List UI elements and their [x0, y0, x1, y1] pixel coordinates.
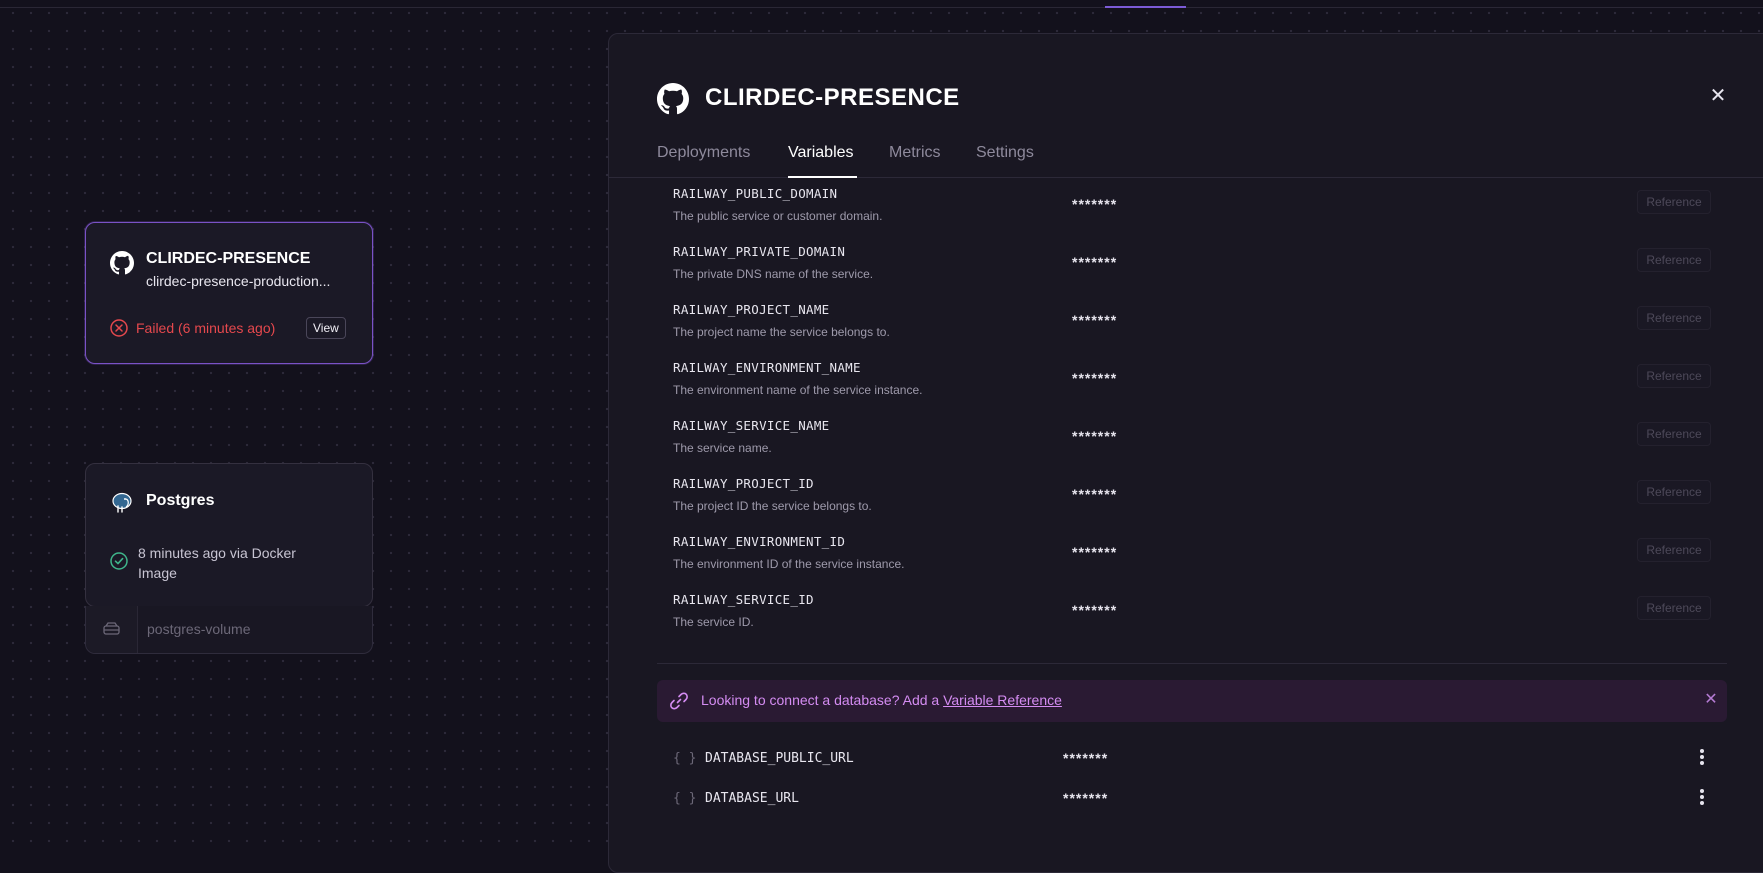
variable-name: DATABASE_URL — [705, 791, 799, 806]
variable-value: ******* — [1072, 312, 1118, 328]
variable-description: The project ID the service belongs to. — [673, 499, 872, 513]
github-icon — [657, 83, 689, 115]
variable-name: DATABASE_PUBLIC_URL — [705, 751, 854, 766]
service-card-postgres[interactable]: Postgres 8 minutes ago via Docker Image — [85, 463, 373, 607]
service-card-clirdec[interactable]: CLIRDEC-PRESENCE clirdec-presence-produc… — [85, 222, 373, 364]
variable-row[interactable]: { } DATABASE_PUBLIC_URL ******* — [673, 745, 1713, 775]
variable-description: The environment ID of the service instan… — [673, 557, 905, 571]
more-options-icon[interactable] — [1693, 787, 1711, 809]
banner-text: Looking to connect a database? Add a Var… — [701, 692, 1062, 708]
variable-name: RAILWAY_PROJECT_NAME — [673, 302, 830, 317]
variable-name: RAILWAY_PUBLIC_DOMAIN — [673, 186, 838, 201]
tab-metrics[interactable]: Metrics — [889, 144, 941, 162]
service-name: CLIRDEC-PRESENCE — [146, 250, 311, 267]
volume-name: postgres-volume — [147, 621, 251, 637]
service-name: Postgres — [146, 492, 215, 509]
more-options-icon[interactable] — [1693, 747, 1711, 769]
reference-button[interactable]: Reference — [1637, 422, 1711, 446]
banner-message: Looking to connect a database? Add a — [701, 692, 944, 708]
volume-icon-box — [86, 606, 138, 653]
braces-icon: { } — [673, 751, 697, 766]
variable-row: RAILWAY_PUBLIC_DOMAIN The public service… — [673, 186, 1713, 244]
deploy-status-failed: Failed (6 minutes ago) — [110, 319, 275, 337]
variable-description: The public service or customer domain. — [673, 209, 883, 223]
variable-name: RAILWAY_SERVICE_NAME — [673, 418, 830, 433]
variable-name: RAILWAY_PROJECT_ID — [673, 476, 814, 491]
tab-settings[interactable]: Settings — [976, 144, 1034, 162]
variable-value: ******* — [1072, 370, 1118, 386]
close-panel-icon[interactable]: ✕ — [1708, 86, 1728, 106]
braces-icon: { } — [673, 791, 697, 806]
variable-row: RAILWAY_PROJECT_NAME The project name th… — [673, 302, 1713, 360]
variable-value: ******* — [1063, 790, 1109, 806]
deploy-status-text: Failed (6 minutes ago) — [136, 320, 276, 336]
variable-description: The service name. — [673, 441, 772, 455]
variable-name: RAILWAY_PRIVATE_DOMAIN — [673, 244, 846, 259]
variable-row: RAILWAY_SERVICE_ID The service ID. *****… — [673, 592, 1713, 650]
variable-description: The project name the service belongs to. — [673, 325, 890, 339]
reference-button[interactable]: Reference — [1637, 190, 1711, 214]
variable-row: RAILWAY_SERVICE_NAME The service name. *… — [673, 418, 1713, 476]
top-bar — [0, 0, 1763, 8]
variable-value: ******* — [1072, 486, 1118, 502]
tab-deployments[interactable]: Deployments — [657, 144, 750, 162]
variable-description: The service ID. — [673, 615, 754, 629]
failed-circle-x-icon — [110, 319, 128, 337]
variable-description: The environment name of the service inst… — [673, 383, 923, 397]
deploy-status-text: 8 minutes ago via Docker Image — [138, 545, 296, 581]
panel-title: CLIRDEC-PRESENCE — [705, 84, 960, 111]
section-divider — [657, 663, 1727, 664]
reference-button[interactable]: Reference — [1637, 596, 1711, 620]
variable-row: RAILWAY_ENVIRONMENT_ID The environment I… — [673, 534, 1713, 592]
reference-button[interactable]: Reference — [1637, 248, 1711, 272]
tab-variables[interactable]: Variables — [788, 144, 854, 162]
variable-value: ******* — [1072, 544, 1118, 560]
variable-row: RAILWAY_PROJECT_ID The project ID the se… — [673, 476, 1713, 534]
reference-button[interactable]: Reference — [1637, 306, 1711, 330]
postgres-volume[interactable]: postgres-volume — [85, 606, 373, 654]
variable-row: RAILWAY_ENVIRONMENT_NAME The environment… — [673, 360, 1713, 418]
variable-value: ******* — [1072, 602, 1118, 618]
variable-name: RAILWAY_ENVIRONMENT_ID — [673, 534, 846, 549]
variable-reference-link[interactable]: Variable Reference — [943, 692, 1062, 708]
panel-tabs: Deployments Variables Metrics Settings — [608, 140, 1763, 178]
success-check-icon — [110, 552, 128, 570]
variable-value: ******* — [1072, 428, 1118, 444]
variable-value: ******* — [1063, 750, 1109, 766]
reference-button[interactable]: Reference — [1637, 538, 1711, 562]
postgres-elephant-icon — [110, 491, 134, 515]
variable-row[interactable]: { } DATABASE_URL ******* — [673, 785, 1713, 815]
github-icon — [110, 251, 134, 275]
variable-name: RAILWAY_ENVIRONMENT_NAME — [673, 360, 861, 375]
banner-close-icon[interactable]: ✕ — [1702, 691, 1720, 709]
service-domain: clirdec-presence-production... — [146, 273, 331, 289]
reference-button[interactable]: Reference — [1637, 364, 1711, 388]
variable-name: RAILWAY_SERVICE_ID — [673, 592, 814, 607]
hard-drive-icon — [103, 622, 120, 636]
top-bar-active-indicator — [1105, 6, 1186, 8]
variable-reference-banner: Looking to connect a database? Add a Var… — [657, 680, 1727, 722]
variable-value: ******* — [1072, 254, 1118, 270]
active-tab-indicator — [788, 176, 857, 178]
variable-row: RAILWAY_PRIVATE_DOMAIN The private DNS n… — [673, 244, 1713, 302]
variable-description: The private DNS name of the service. — [673, 267, 874, 281]
view-deploy-button[interactable]: View — [306, 317, 346, 339]
variable-value: ******* — [1072, 196, 1118, 212]
reference-button[interactable]: Reference — [1637, 480, 1711, 504]
link-icon — [669, 691, 689, 716]
